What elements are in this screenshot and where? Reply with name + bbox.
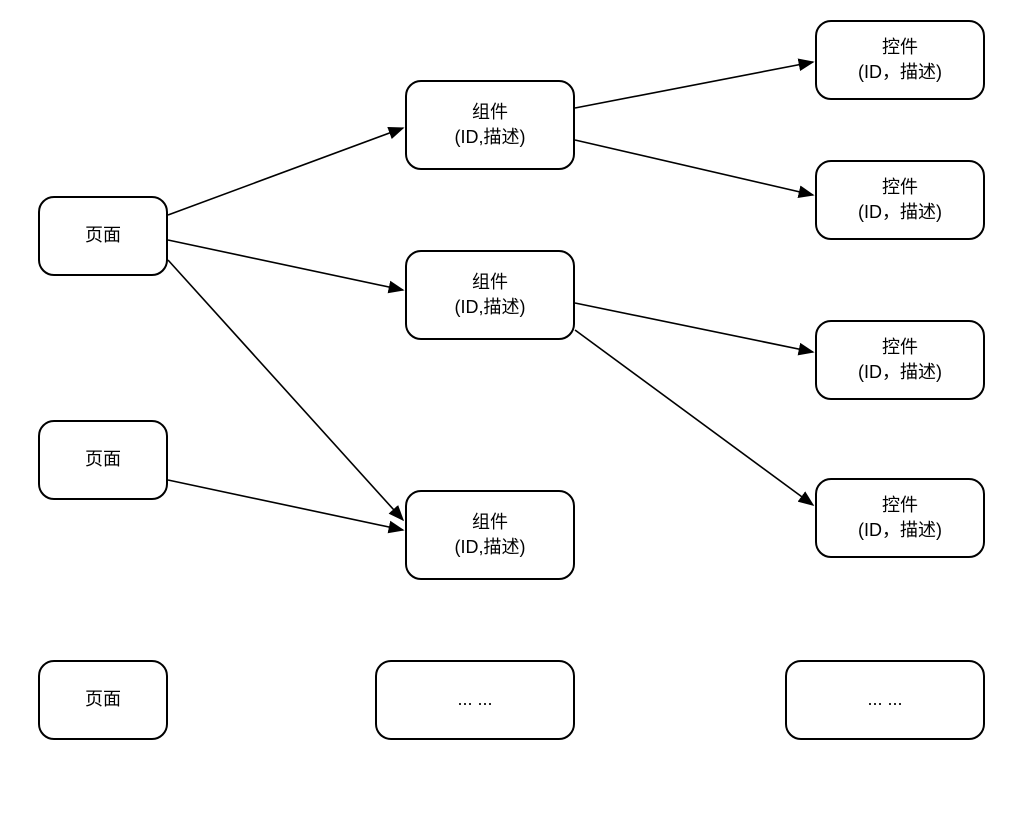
node-component-3-title: 组件 [472,510,508,535]
arrow-comp2-ctrl3 [575,303,813,352]
node-control-3: 控件 (ID，描述) [815,320,985,400]
node-component-3-sub: (ID,描述) [455,535,526,560]
node-control-2: 控件 (ID，描述) [815,160,985,240]
node-control-4-title: 控件 [882,493,918,518]
node-control-2-title: 控件 [882,175,918,200]
node-control-3-title: 控件 [882,335,918,360]
node-component-2-sub: (ID,描述) [455,295,526,320]
node-control-4: 控件 (ID，描述) [815,478,985,558]
node-page-1: 页面 [38,196,168,276]
node-page-1-label: 页面 [85,223,121,248]
node-page-3: 页面 [38,660,168,740]
node-component-ellipsis: ... ... [375,660,575,740]
node-component-2-title: 组件 [472,270,508,295]
node-page-2-label: 页面 [85,447,121,472]
node-control-2-sub: (ID，描述) [858,200,942,225]
arrow-page1-comp3 [168,260,403,520]
node-component-2: 组件 (ID,描述) [405,250,575,340]
node-control-ellipsis: ... ... [785,660,985,740]
node-component-ellipsis-label: ... ... [457,687,492,712]
node-component-1: 组件 (ID,描述) [405,80,575,170]
arrow-page1-comp1 [168,128,403,215]
node-component-3: 组件 (ID,描述) [405,490,575,580]
node-control-3-sub: (ID，描述) [858,360,942,385]
arrow-comp1-ctrl2 [575,140,813,195]
node-page-2: 页面 [38,420,168,500]
arrow-comp1-ctrl1 [575,62,813,108]
node-control-1-title: 控件 [882,35,918,60]
node-component-1-sub: (ID,描述) [455,125,526,150]
arrow-comp2-ctrl4 [575,330,813,505]
node-component-1-title: 组件 [472,100,508,125]
node-control-1-sub: (ID，描述) [858,60,942,85]
arrow-page2-comp3 [168,480,403,530]
node-control-4-sub: (ID，描述) [858,518,942,543]
node-control-1: 控件 (ID，描述) [815,20,985,100]
node-control-ellipsis-label: ... ... [867,687,902,712]
arrow-page1-comp2 [168,240,403,290]
node-page-3-label: 页面 [85,687,121,712]
